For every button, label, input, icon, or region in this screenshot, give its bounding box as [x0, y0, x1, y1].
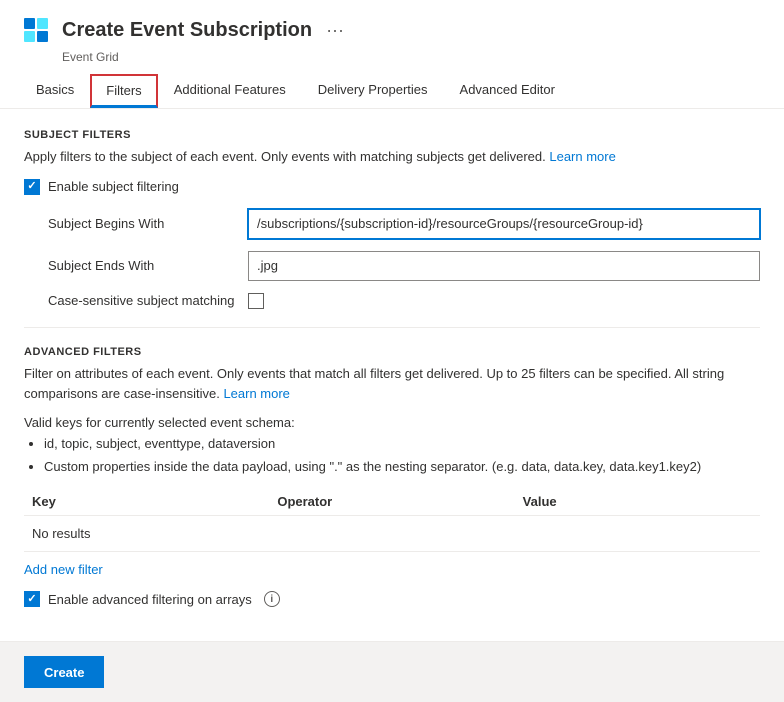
subject-ends-with-row: Subject Ends With [48, 251, 760, 281]
advanced-filters-section: ADVANCED FILTERS Filter on attributes of… [24, 346, 760, 608]
no-results-row: No results [24, 516, 760, 551]
checkmark-icon: ✓ [27, 181, 36, 192]
section-divider [24, 327, 760, 328]
add-new-filter-link[interactable]: Add new filter [24, 562, 103, 577]
case-sensitive-checkbox[interactable] [248, 293, 264, 309]
advanced-filters-table: Key Operator Value No results [24, 488, 760, 552]
tab-filters[interactable]: Filters [90, 74, 157, 108]
col-operator: Operator [269, 494, 514, 509]
subject-filters-title: SUBJECT FILTERS [24, 129, 760, 141]
tab-delivery-properties[interactable]: Delivery Properties [302, 74, 444, 108]
table-body: No results [24, 516, 760, 552]
tabs-container: Basics Filters Additional Features Deliv… [20, 74, 764, 108]
page-title: Create Event Subscription [62, 19, 312, 42]
page-subtitle: Event Grid [62, 50, 764, 64]
advanced-filters-title: ADVANCED FILTERS [24, 346, 760, 358]
subject-begins-with-row: Subject Begins With [48, 209, 760, 239]
more-options-icon[interactable]: ··· [326, 20, 344, 41]
enable-subject-filtering-label: Enable subject filtering [48, 179, 179, 194]
enable-subject-filtering-row: ✓ Enable subject filtering [24, 179, 760, 195]
tab-basics[interactable]: Basics [20, 74, 90, 108]
tab-advanced-editor[interactable]: Advanced Editor [444, 74, 571, 108]
subject-filters-learn-more[interactable]: Learn more [549, 149, 615, 164]
page-wrapper: Create Event Subscription ··· Event Grid… [0, 0, 784, 702]
arrays-info-icon[interactable]: i [264, 591, 280, 607]
header: Create Event Subscription ··· Event Grid… [0, 0, 784, 109]
subject-filters-description: Apply filters to the subject of each eve… [24, 147, 760, 167]
enable-subject-filtering-checkbox[interactable]: ✓ [24, 179, 40, 195]
advanced-filters-description: Filter on attributes of each event. Only… [24, 364, 760, 406]
tab-additional-features[interactable]: Additional Features [158, 74, 302, 108]
subject-begins-with-label: Subject Begins With [48, 216, 248, 231]
header-top: Create Event Subscription ··· [20, 14, 764, 46]
table-header: Key Operator Value [24, 488, 760, 516]
arrays-checkmark-icon: ✓ [27, 594, 36, 605]
footer: Create [0, 641, 784, 702]
col-key: Key [24, 494, 269, 509]
subject-ends-with-input[interactable] [248, 251, 760, 281]
content-area: SUBJECT FILTERS Apply filters to the sub… [0, 109, 784, 641]
advanced-filters-learn-more[interactable]: Learn more [223, 386, 289, 401]
case-sensitive-label: Case-sensitive subject matching [48, 293, 248, 308]
subject-begins-with-input[interactable] [248, 209, 760, 239]
valid-keys-item-1: id, topic, subject, eventtype, dataversi… [44, 434, 760, 454]
case-sensitive-row: Case-sensitive subject matching [48, 293, 760, 309]
col-value: Value [515, 494, 760, 509]
subject-filters-section: SUBJECT FILTERS Apply filters to the sub… [24, 129, 760, 309]
enable-arrays-row: ✓ Enable advanced filtering on arrays i [24, 591, 760, 607]
event-grid-icon [20, 14, 52, 46]
valid-keys-list: id, topic, subject, eventtype, dataversi… [44, 434, 760, 476]
create-button[interactable]: Create [24, 656, 104, 688]
valid-keys-item-2: Custom properties inside the data payloa… [44, 457, 760, 477]
subject-ends-with-label: Subject Ends With [48, 258, 248, 273]
enable-arrays-label: Enable advanced filtering on arrays [48, 592, 252, 607]
enable-arrays-checkbox[interactable]: ✓ [24, 591, 40, 607]
valid-keys-info: Valid keys for currently selected event … [24, 415, 760, 476]
